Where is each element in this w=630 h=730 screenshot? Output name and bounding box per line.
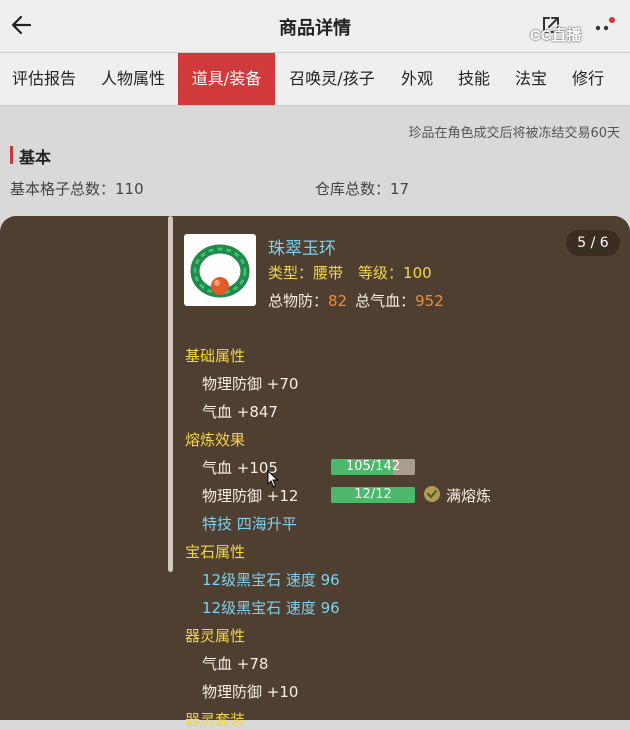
full-refine-label: 满熔炼	[446, 487, 492, 505]
item-name: 珠翠玉环	[268, 239, 336, 259]
tab-skills[interactable]: 技能	[445, 53, 503, 105]
tab-character-attributes[interactable]: 人物属性	[88, 53, 178, 105]
base-attributes-title: 基础属性	[185, 347, 246, 365]
item-totals: 总物防：82 总气血：952	[268, 292, 444, 310]
tab-magic-treasure[interactable]: 法宝	[503, 53, 559, 105]
mouse-pointer-icon	[267, 470, 279, 488]
refine-hp-progress-label: 105/142	[345, 459, 400, 474]
base-attr-hp: 气血 +847	[202, 403, 278, 421]
watermark-logo: CC直播	[530, 27, 582, 44]
more-icon[interactable]	[592, 14, 616, 38]
top-bar: 商品详情 CC直播	[0, 0, 630, 53]
refine-defense: 物理防御 +12	[202, 487, 299, 505]
gem-attributes-title: 宝石属性	[185, 543, 246, 561]
base-attr-defense: 物理防御 +70	[202, 375, 299, 393]
jade-belt-icon	[190, 244, 250, 298]
gem-attr-1: 12级黑宝石 速度 96	[202, 571, 340, 589]
freeze-notice: 珍品在角色成交后将被冻结交易60天	[408, 126, 620, 141]
gem-attr-2: 12级黑宝石 速度 96	[202, 599, 340, 617]
tab-summons-children[interactable]: 召唤灵/孩子	[275, 53, 389, 105]
check-icon	[424, 486, 440, 502]
refine-effects-title: 熔炼效果	[185, 431, 246, 449]
tab-items-equipment[interactable]: 道具/装备	[178, 53, 275, 105]
tab-cultivation[interactable]: 修行	[559, 53, 617, 105]
refine-hp-progress-bar: 105/142	[331, 459, 415, 475]
item-image	[184, 234, 256, 306]
tab-evaluation-report[interactable]: 评估报告	[0, 53, 88, 105]
refine-defense-progress-label: 12/12	[354, 487, 392, 502]
category-tabs: 评估报告 人物属性 道具/装备 召唤灵/孩子 外观 技能 法宝 修行	[0, 53, 630, 106]
storage-count: 仓库总数：17	[315, 180, 410, 198]
spirit-attr-hp: 气血 +78	[202, 655, 269, 673]
section-marker	[10, 146, 13, 164]
page-indicator-badge: 5 / 6	[566, 230, 620, 256]
refine-defense-progress-bar: 12/12	[331, 487, 415, 503]
section-title-basic: 基本	[19, 148, 52, 167]
spirit-attr-defense: 物理防御 +10	[202, 683, 299, 701]
scroll-divider[interactable]	[168, 216, 173, 572]
item-type-level: 类型：腰带 等级：100	[268, 264, 432, 282]
special-skill: 特技 四海升平	[202, 515, 297, 533]
slot-count: 基本格子总数：110	[10, 180, 144, 198]
spirit-attributes-title: 器灵属性	[185, 627, 246, 645]
tab-appearance[interactable]: 外观	[389, 53, 445, 105]
